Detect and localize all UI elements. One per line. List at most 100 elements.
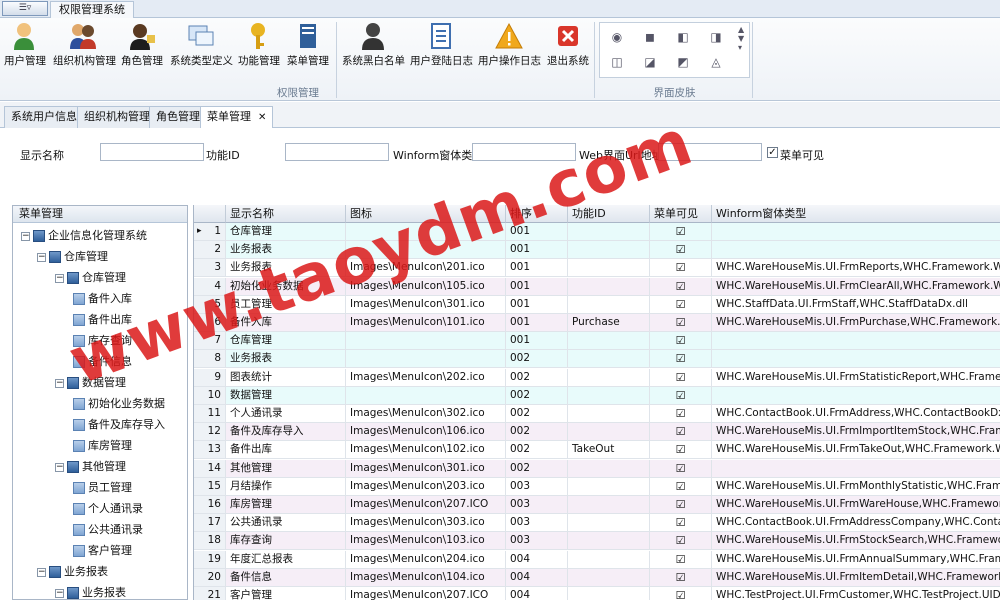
table-row[interactable]: 6 备件入库 Images\MenuIcon\101.ico 001 Purchase ☑… bbox=[194, 314, 1000, 332]
tree-node[interactable]: 库存查询 bbox=[73, 332, 132, 350]
tree-node[interactable]: − 业务报表 bbox=[37, 563, 108, 581]
table-row[interactable]: 19 年度汇总报表 Images\MenuIcon\204.ico 004 ☑ WHC.W… bbox=[194, 550, 1000, 569]
skin-option[interactable]: ◩ bbox=[675, 54, 691, 70]
user-management-button[interactable]: 用户管理 bbox=[4, 21, 46, 79]
menu-visible-checkbox-cell[interactable]: ☑ bbox=[650, 532, 712, 551]
winform-type-input[interactable] bbox=[472, 143, 576, 161]
column-header-menu-visible[interactable]: 菜单可见 bbox=[650, 205, 712, 223]
app-menu-button[interactable]: ☰▿ bbox=[2, 1, 48, 16]
app-title-tab[interactable]: 权限管理系统 bbox=[50, 1, 134, 19]
table-row[interactable]: 15 月结操作 Images\MenuIcon\203.ico 003 ☑ WHC.War… bbox=[194, 477, 1000, 496]
skin-option[interactable]: ◫ bbox=[609, 54, 625, 70]
function-id-input[interactable] bbox=[285, 143, 389, 161]
menu-visible-checkbox-cell[interactable]: ☑ bbox=[650, 368, 712, 387]
skin-option[interactable]: ◪ bbox=[642, 54, 658, 70]
column-header-winform-type[interactable]: Winform窗体类型 bbox=[712, 205, 1000, 223]
table-row[interactable]: 2 业务报表 001 ☑ bbox=[194, 241, 1000, 260]
column-header-sort[interactable]: 排序 bbox=[506, 205, 568, 223]
system-type-definition-button[interactable]: 系统类型定义 bbox=[170, 21, 233, 79]
collapse-icon[interactable]: − bbox=[55, 588, 64, 598]
tab-role-management[interactable]: 角色管理 bbox=[149, 106, 207, 128]
tab-organization-management[interactable]: 组织机构管理 bbox=[77, 106, 157, 128]
menu-visible-checkbox-cell[interactable]: ☑ bbox=[650, 295, 712, 314]
menu-visible-checkbox-cell[interactable]: ☑ bbox=[650, 514, 712, 533]
table-row[interactable]: 12 备件及库存导入 Images\MenuIcon\106.ico 002 ☑ WHC.… bbox=[194, 423, 1000, 442]
collapse-icon[interactable]: − bbox=[55, 462, 64, 472]
tree-node[interactable]: − 企业信息化管理系统 bbox=[21, 227, 147, 245]
tree-node[interactable]: − 其他管理 bbox=[55, 458, 126, 476]
table-row[interactable]: 1 仓库管理 001 ☑ ▸ bbox=[194, 223, 1000, 241]
menu-visible-checkbox-cell[interactable]: ☑ bbox=[650, 277, 712, 296]
tree-node[interactable]: 备件及库存导入 bbox=[73, 416, 165, 434]
table-row[interactable]: 10 数据管理 002 ☑ bbox=[194, 386, 1000, 405]
skin-option[interactable]: ◧ bbox=[675, 29, 691, 45]
organization-management-button[interactable]: 组织机构管理 bbox=[53, 21, 116, 79]
display-name-input[interactable] bbox=[100, 143, 204, 161]
menu-visible-checkbox-cell[interactable]: ☑ bbox=[650, 441, 712, 460]
tree-node[interactable]: − 仓库管理 bbox=[37, 248, 108, 266]
tree-node[interactable]: − 数据管理 bbox=[55, 374, 126, 392]
menu-visible-checkbox-cell[interactable]: ☑ bbox=[650, 496, 712, 514]
collapse-icon[interactable]: − bbox=[55, 273, 64, 283]
tree-node[interactable]: 初始化业务数据 bbox=[73, 395, 165, 413]
menu-visible-checkbox-cell[interactable]: ☑ bbox=[650, 550, 712, 569]
menu-visible-checkbox-cell[interactable]: ☑ bbox=[650, 241, 712, 260]
tree-node[interactable]: 备件入库 bbox=[73, 290, 132, 308]
table-row[interactable]: 11 个人通讯录 Images\MenuIcon\302.ico 002 ☑ WHC.Co… bbox=[194, 405, 1000, 423]
menu-visible-checkbox-cell[interactable]: ☑ bbox=[650, 259, 712, 278]
menu-visible-checkbox[interactable]: ✓ bbox=[767, 147, 778, 158]
table-row[interactable]: 18 库存查询 Images\MenuIcon\103.ico 003 ☑ WHC.War… bbox=[194, 532, 1000, 551]
exit-system-button[interactable]: 退出系统 bbox=[546, 21, 590, 79]
menu-visible-checkbox-cell[interactable]: ☑ bbox=[650, 405, 712, 423]
tab-close-icon[interactable]: ✕ bbox=[258, 112, 266, 123]
menu-visible-checkbox-cell[interactable]: ☑ bbox=[650, 223, 712, 241]
tree-node[interactable]: 备件信息 bbox=[73, 353, 132, 371]
collapse-icon[interactable]: − bbox=[37, 567, 46, 577]
tree-node[interactable]: 客户管理 bbox=[73, 542, 132, 560]
tab-system-user-info[interactable]: 系统用户信息 bbox=[4, 106, 84, 128]
menu-visible-checkbox-cell[interactable]: ☑ bbox=[650, 587, 712, 600]
menu-visible-checkbox-cell[interactable]: ☑ bbox=[650, 568, 712, 587]
menu-visible-checkbox-cell[interactable]: ☑ bbox=[650, 314, 712, 332]
collapse-icon[interactable]: − bbox=[21, 231, 30, 241]
table-row[interactable]: 8 业务报表 002 ☑ bbox=[194, 350, 1000, 369]
table-row[interactable]: 4 初始化业务数据 Images\MenuIcon\105.ico 001 ☑ WHC.W… bbox=[194, 277, 1000, 296]
tree-node[interactable]: 公共通讯录 bbox=[73, 521, 143, 539]
tree-node[interactable]: 个人通讯录 bbox=[73, 500, 143, 518]
skin-option[interactable]: ◬ bbox=[708, 54, 724, 70]
function-management-button[interactable]: 功能管理 bbox=[237, 21, 281, 79]
operation-log-button[interactable]: 用户操作日志 bbox=[478, 21, 541, 79]
menu-visible-checkbox-cell[interactable]: ☑ bbox=[650, 350, 712, 369]
column-header-function-id[interactable]: 功能ID bbox=[568, 205, 650, 223]
skin-option[interactable]: ◼ bbox=[642, 29, 658, 45]
table-row[interactable]: 17 公共通讯录 Images\MenuIcon\303.ico 003 ☑ WHC.Co… bbox=[194, 514, 1000, 533]
table-row[interactable]: 16 库房管理 Images\MenuIcon\207.ICO 003 ☑ WHC.War… bbox=[194, 496, 1000, 514]
menu-visible-checkbox-cell[interactable]: ☑ bbox=[650, 332, 712, 351]
table-row[interactable]: 21 客户管理 Images\MenuIcon\207.ICO 004 ☑ WHC.Tes… bbox=[194, 587, 1000, 600]
column-header-display-name[interactable]: 显示名称 bbox=[226, 205, 346, 223]
web-url-input[interactable] bbox=[658, 143, 762, 161]
tree-node[interactable]: − 仓库管理 bbox=[55, 269, 126, 287]
tree-node[interactable]: − 业务报表 bbox=[55, 584, 126, 599]
collapse-icon[interactable]: − bbox=[37, 252, 46, 262]
system-blacklist-button[interactable]: 系统黑白名单 bbox=[342, 21, 405, 79]
table-row[interactable]: 3 业务报表 Images\MenuIcon\201.ico 001 ☑ WHC.Ware… bbox=[194, 259, 1000, 278]
table-row[interactable]: 20 备件信息 Images\MenuIcon\104.ico 004 ☑ WHC.War… bbox=[194, 568, 1000, 587]
skin-option[interactable]: ◉ bbox=[609, 29, 625, 45]
tree-node[interactable]: 库房管理 bbox=[73, 437, 132, 455]
table-row[interactable]: 14 其他管理 Images\MenuIcon\301.ico 002 ☑ bbox=[194, 459, 1000, 478]
table-row[interactable]: 5 员工管理 Images\MenuIcon\301.ico 001 ☑ WHC.Staf… bbox=[194, 295, 1000, 314]
menu-visible-checkbox-cell[interactable]: ☑ bbox=[650, 477, 712, 496]
menu-visible-checkbox-cell[interactable]: ☑ bbox=[650, 423, 712, 442]
skin-option[interactable]: ◨ bbox=[708, 29, 724, 45]
table-row[interactable]: 13 备件出库 Images\MenuIcon\102.ico 002 TakeOut ☑… bbox=[194, 441, 1000, 460]
collapse-icon[interactable]: − bbox=[55, 378, 64, 388]
tab-menu-management[interactable]: 菜单管理 ✕ bbox=[200, 106, 274, 129]
tree-node[interactable]: 员工管理 bbox=[73, 479, 132, 497]
menu-management-button[interactable]: 菜单管理 bbox=[286, 21, 330, 79]
table-row[interactable]: 7 仓库管理 001 ☑ bbox=[194, 332, 1000, 351]
menu-visible-checkbox-cell[interactable]: ☑ bbox=[650, 386, 712, 405]
column-header-icon[interactable]: 图标 bbox=[346, 205, 506, 223]
menu-visible-checkbox-cell[interactable]: ☑ bbox=[650, 459, 712, 478]
table-row[interactable]: 9 图表统计 Images\MenuIcon\202.ico 002 ☑ WHC.Ware… bbox=[194, 368, 1000, 387]
